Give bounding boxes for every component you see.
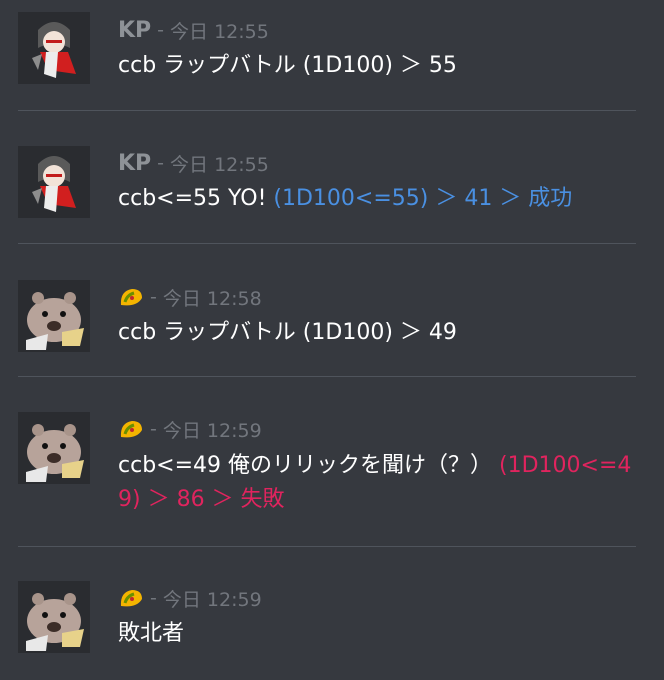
message-header: KP - 今日 12:55 bbox=[118, 149, 269, 177]
message-text: ccb<=55 YO! bbox=[118, 186, 274, 211]
divider bbox=[18, 110, 636, 111]
dice-roll-success: (1D100<=55) ＞ 41 ＞ 成功 bbox=[273, 186, 573, 211]
divider bbox=[18, 376, 636, 377]
kp-avatar[interactable] bbox=[18, 146, 90, 218]
divider bbox=[18, 546, 636, 547]
message-content: ccb<=55 YO! (1D100<=55) ＞ 41 ＞ 成功 bbox=[118, 182, 638, 216]
message-content: ccb ラップバトル (1D100) ＞ 55 bbox=[118, 49, 638, 83]
message-text: ccb ラップバトル (1D100) ＞ 49 bbox=[118, 320, 457, 345]
taco-icon bbox=[118, 286, 144, 308]
message-header: KP - 今日 12:55 bbox=[118, 16, 269, 44]
timestamp: 今日 12:59 bbox=[162, 588, 262, 611]
username[interactable]: KP bbox=[118, 151, 151, 176]
separator: - bbox=[157, 152, 165, 174]
wombat-avatar[interactable] bbox=[18, 581, 90, 653]
wombat-avatar[interactable] bbox=[18, 280, 90, 352]
message-header: - 今日 12:59 bbox=[118, 584, 262, 612]
divider bbox=[18, 243, 636, 244]
taco-icon bbox=[118, 418, 144, 440]
timestamp: 今日 12:55 bbox=[170, 20, 269, 43]
separator: - bbox=[150, 418, 157, 440]
message-header: - 今日 12:58 bbox=[118, 283, 262, 311]
message-content: ccb<=49 俺のリリックを聞け（？） (1D100<=49) ＞ 86 ＞ … bbox=[118, 449, 638, 517]
separator: - bbox=[157, 19, 165, 41]
separator: - bbox=[150, 286, 157, 308]
message-header: - 今日 12:59 bbox=[118, 415, 262, 443]
wombat-avatar[interactable] bbox=[18, 412, 90, 484]
message-content: 敗北者 bbox=[118, 617, 638, 651]
timestamp: 今日 12:58 bbox=[162, 287, 262, 310]
kp-avatar[interactable] bbox=[18, 12, 90, 84]
taco-icon bbox=[118, 587, 144, 609]
message-text: 敗北者 bbox=[118, 621, 185, 646]
separator: - bbox=[150, 587, 157, 609]
message-content: ccb ラップバトル (1D100) ＞ 49 bbox=[118, 316, 638, 350]
username[interactable]: KP bbox=[118, 18, 151, 43]
message-text: ccb<=49 俺のリリックを聞け（？） bbox=[118, 453, 500, 478]
timestamp: 今日 12:55 bbox=[170, 153, 269, 176]
message-text: ccb ラップバトル (1D100) ＞ 55 bbox=[118, 53, 457, 78]
timestamp: 今日 12:59 bbox=[162, 419, 262, 442]
